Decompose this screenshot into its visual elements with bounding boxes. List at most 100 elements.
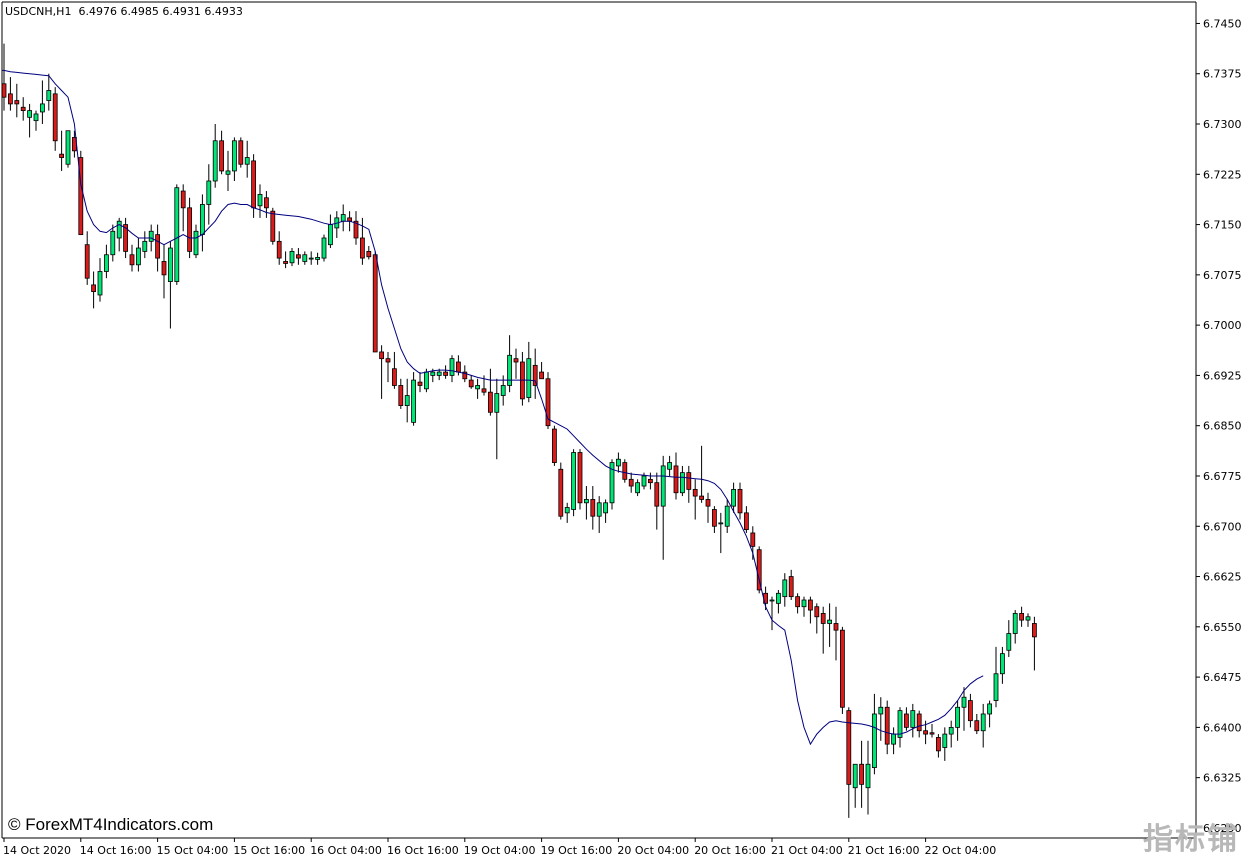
time-tick-label: 20 Oct 04:00 — [617, 844, 689, 857]
bear-candle-body — [904, 713, 909, 728]
candle — [487, 368, 493, 416]
bull-candle-body — [449, 358, 455, 376]
candle — [532, 348, 538, 399]
bull-candle-body — [321, 237, 327, 259]
price-tick-label: 6.7075 — [1203, 269, 1242, 282]
bear-candle-body — [884, 706, 890, 745]
bull-candle-body — [225, 170, 231, 175]
candle — [404, 378, 410, 423]
bear-candle-body — [808, 599, 813, 611]
price-tick-label: 6.7225 — [1203, 168, 1242, 181]
bull-candle-body — [500, 385, 506, 396]
bull-candle-body — [993, 673, 999, 701]
price-tick-label: 6.7150 — [1203, 219, 1242, 232]
candle — [494, 378, 500, 460]
bull-candle-body — [231, 140, 237, 172]
bear-candle-body — [238, 140, 244, 165]
bull-candle-body — [40, 103, 45, 113]
candle — [955, 700, 960, 741]
candle — [142, 231, 148, 259]
candle — [897, 707, 903, 748]
time-tick-label: 20 Oct 16:00 — [694, 844, 766, 857]
candle — [840, 626, 845, 714]
price-tick-label: 6.6475 — [1203, 671, 1242, 684]
candle — [705, 492, 711, 523]
price-tick-label: 6.6550 — [1203, 621, 1242, 634]
bull-candle-body — [27, 110, 33, 118]
price-tick-label: 6.6400 — [1203, 721, 1242, 734]
candle — [1006, 620, 1012, 657]
candle — [814, 603, 820, 634]
bull-candle-body — [340, 214, 346, 222]
candle — [315, 252, 321, 265]
candle — [1, 43, 7, 111]
candle — [884, 700, 890, 755]
candle — [891, 727, 896, 755]
price-tick-label: 6.7000 — [1203, 319, 1242, 332]
candle — [712, 506, 717, 533]
candle — [801, 596, 807, 617]
candle — [673, 452, 679, 500]
bear-candle-body — [929, 732, 935, 735]
bull-candle-body — [174, 187, 180, 282]
candle — [129, 244, 135, 272]
bear-candle-body — [283, 261, 289, 264]
candle — [46, 73, 52, 111]
bear-candle-body — [366, 250, 372, 258]
candle — [283, 251, 289, 269]
bear-candle-body — [673, 465, 679, 494]
candle — [987, 700, 992, 728]
bull-candle-body — [526, 358, 532, 398]
bear-candle-body — [628, 478, 634, 487]
candle — [385, 351, 391, 383]
time-tick-label: 14 Oct 2020 — [3, 844, 71, 857]
bear-candle-body — [59, 153, 64, 158]
candle — [552, 425, 557, 466]
bear-candle-body — [923, 730, 928, 735]
candle — [865, 740, 871, 815]
bull-candle-body — [801, 599, 807, 608]
candle — [635, 479, 640, 497]
bear-candle-body — [654, 482, 660, 507]
bull-candle-body — [411, 379, 417, 423]
candle — [872, 693, 877, 775]
candle — [929, 724, 935, 738]
time-tick-label: 15 Oct 16:00 — [233, 844, 305, 857]
bull-candle-body — [423, 371, 429, 390]
candle — [33, 110, 39, 131]
bear-candle-body — [840, 629, 845, 708]
price-tick-label: 6.6325 — [1203, 772, 1242, 785]
candle — [411, 372, 417, 426]
candle — [238, 137, 244, 168]
candle — [916, 710, 922, 738]
bull-candle-body — [404, 395, 410, 406]
time-tick-label: 16 Oct 16:00 — [387, 844, 459, 857]
bear-candle-body — [737, 488, 743, 514]
bull-candle-body — [46, 90, 52, 101]
candle — [59, 130, 64, 171]
candle — [808, 596, 813, 624]
bear-candle-body — [129, 254, 135, 266]
bear-candle-body — [795, 596, 800, 608]
bear-candle-body — [481, 388, 487, 393]
candle — [123, 217, 128, 259]
bear-candle-body — [91, 284, 96, 293]
bull-candle-body — [206, 180, 212, 205]
bull-candle-body — [1025, 616, 1031, 621]
candle — [257, 184, 263, 218]
bull-candle-body — [878, 706, 884, 715]
candle — [961, 687, 967, 731]
candle — [980, 703, 986, 748]
brand-logo: 指标铺 — [1143, 822, 1239, 857]
candles-layer — [1, 43, 1037, 818]
bear-candle-body — [52, 93, 58, 142]
candle — [97, 258, 103, 302]
candle — [936, 734, 941, 758]
candle — [846, 707, 852, 818]
price-chart[interactable]: 6.7450 6.7375 6.7300 6.7225 6.7150 6.7075 6.70… — [0, 0, 1253, 862]
bear-candle-body — [487, 391, 493, 413]
bull-candle-body — [769, 599, 775, 602]
candle — [116, 217, 122, 252]
candle — [84, 231, 90, 285]
candle — [1012, 610, 1018, 644]
